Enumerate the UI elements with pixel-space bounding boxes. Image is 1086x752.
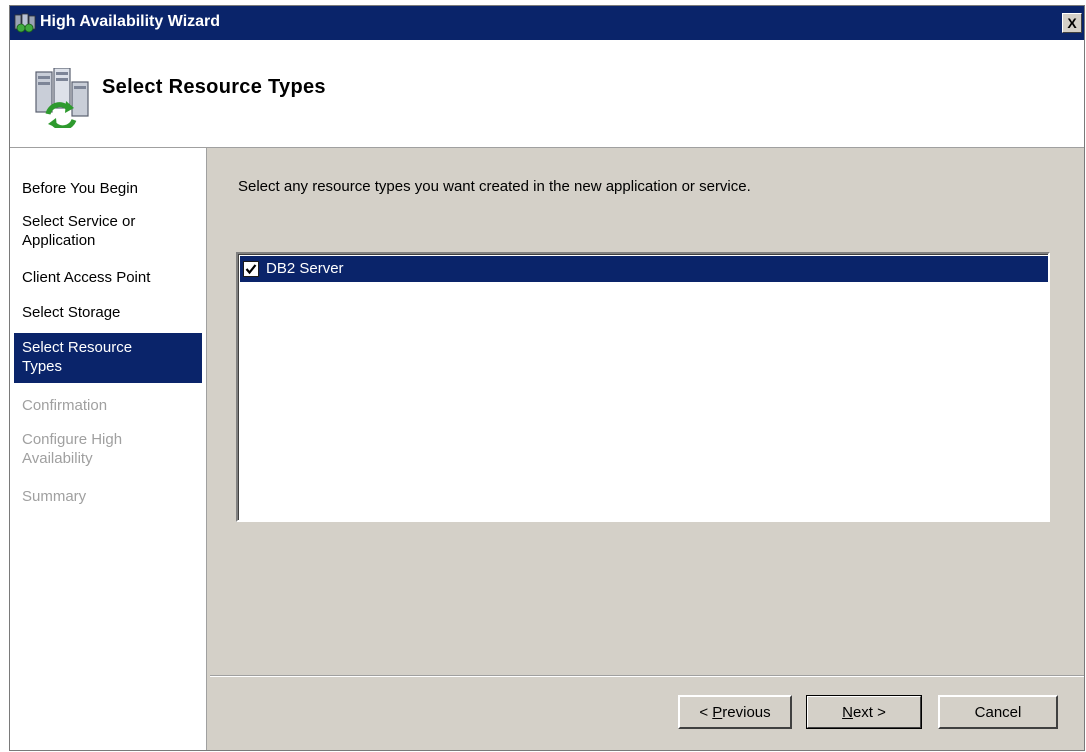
wizard-window: High Availability Wizard X Select Resour… (9, 5, 1085, 751)
step-select-service-or-application[interactable]: Select Service or Application (14, 212, 174, 250)
step-label: Summary (22, 488, 87, 505)
close-button[interactable]: X (1062, 13, 1082, 33)
step-label: Select Resource Types (22, 339, 133, 375)
step-label: Before You Begin (22, 180, 138, 197)
step-client-access-point[interactable]: Client Access Point (14, 268, 202, 287)
next-button[interactable]: Next > (806, 695, 922, 729)
step-label: Select Service or Application (22, 213, 136, 249)
list-item-label: DB2 Server (266, 260, 344, 277)
step-select-storage[interactable]: Select Storage (14, 303, 202, 322)
instruction-text: Select any resource types you want creat… (238, 178, 751, 195)
cancel-button[interactable]: Cancel (938, 695, 1058, 729)
previous-prefix: < (699, 703, 713, 721)
step-select-resource-types[interactable]: Select Resource Types (14, 333, 202, 383)
step-summary: Summary (14, 487, 202, 506)
close-icon: X (1067, 15, 1077, 31)
next-suffix: > (872, 703, 886, 721)
wizard-header: Select Resource Types (10, 40, 1084, 148)
previous-button[interactable]: < Previous (678, 695, 792, 729)
server-cluster-icon (34, 67, 90, 131)
page-title: Select Resource Types (102, 76, 326, 98)
previous-accel: P (712, 703, 723, 721)
db2-server-checkbox[interactable] (243, 261, 259, 277)
list-item[interactable]: DB2 Server (240, 256, 1048, 282)
content-pane: Select any resource types you want creat… (210, 148, 1084, 675)
step-before-you-begin[interactable]: Before You Begin (14, 179, 202, 198)
checkmark-icon (245, 264, 257, 275)
next-rest: ext (852, 703, 873, 721)
step-label: Confirmation (22, 397, 108, 414)
title-bar[interactable]: High Availability Wizard X (10, 6, 1084, 40)
step-label: Select Storage (22, 304, 121, 321)
step-label: Client Access Point (22, 269, 151, 286)
cancel-label: Cancel (974, 703, 1022, 721)
cluster-wizard-icon (14, 13, 36, 33)
resource-types-list[interactable]: DB2 Server (236, 252, 1050, 522)
button-bar: < Previous Next > Cancel (210, 675, 1084, 750)
previous-rest: revious (722, 703, 771, 721)
step-configure-high-availability: Configure High Availability (14, 430, 164, 468)
wizard-steps-pane: Before You Begin Select Service or Appli… (10, 148, 206, 750)
step-label: Configure High Availability (22, 431, 123, 467)
window-title: High Availability Wizard (40, 13, 221, 30)
next-accel: N (842, 703, 853, 721)
step-confirmation: Confirmation (14, 396, 202, 415)
